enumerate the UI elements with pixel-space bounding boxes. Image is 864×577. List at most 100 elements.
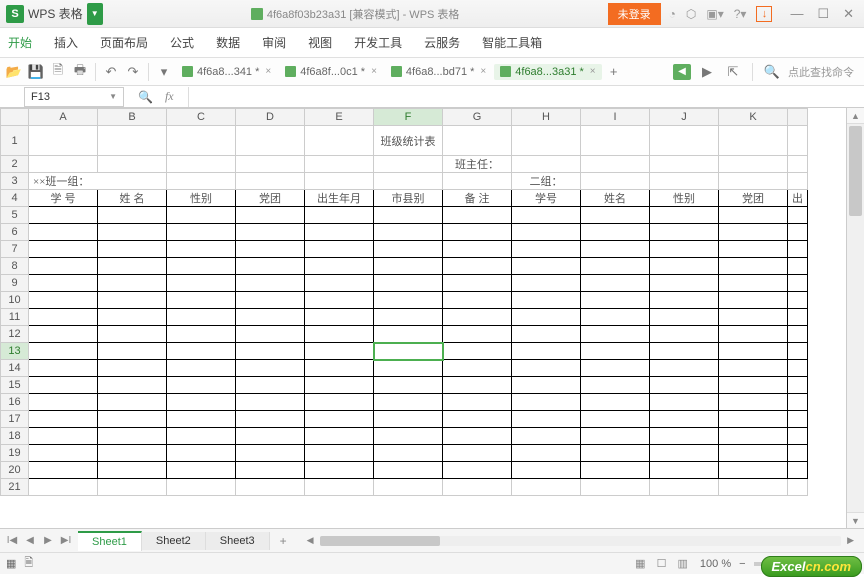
name-box[interactable]: F13▼ [24,87,124,107]
doc-tab-3[interactable]: 4f6a8...bd71 *× [385,64,492,80]
doc-tab-4[interactable]: 4f6a8...3a31 *× [494,64,601,80]
cell-H2[interactable] [512,156,581,173]
cell-H17[interactable] [512,411,581,428]
cell-C19[interactable] [167,445,236,462]
nav-back-icon[interactable]: ◀ [673,64,691,80]
cell-E20[interactable] [305,462,374,479]
cell-G19[interactable] [443,445,512,462]
cell-H13[interactable] [512,343,581,360]
cell-H8[interactable] [512,258,581,275]
cell-G5[interactable] [443,207,512,224]
cell-D15[interactable] [236,377,305,394]
row-header-17[interactable]: 17 [1,411,29,428]
cell-G10[interactable] [443,292,512,309]
cell-A12[interactable] [29,326,98,343]
cell-overflow-4[interactable]: 出 [788,190,808,207]
cell-B21[interactable] [98,479,167,496]
cell-G12[interactable] [443,326,512,343]
col-header-A[interactable]: A [29,109,98,126]
cell-I14[interactable] [581,360,650,377]
menu-data[interactable]: 数据 [216,34,240,51]
cell-D1[interactable] [236,126,305,156]
redo-icon[interactable]: ↷ [123,62,143,82]
cell-C21[interactable] [167,479,236,496]
feedback-icon[interactable]: ▣▾ [706,7,723,21]
scroll-right-icon[interactable]: ▶ [847,535,854,546]
app-menu-dropdown[interactable]: ▼ [87,3,103,25]
cell-C17[interactable] [167,411,236,428]
cell-B4[interactable]: 姓 名 [98,190,167,207]
cell-A20[interactable] [29,462,98,479]
cell-H20[interactable] [512,462,581,479]
cell-F5[interactable] [374,207,443,224]
cell-E17[interactable] [305,411,374,428]
cell-D16[interactable] [236,394,305,411]
cell-A21[interactable] [29,479,98,496]
cell-I12[interactable] [581,326,650,343]
cell-C18[interactable] [167,428,236,445]
cell-G1[interactable] [443,126,512,156]
cell-E1[interactable] [305,126,374,156]
cell-H15[interactable] [512,377,581,394]
cell-C9[interactable] [167,275,236,292]
cell-H21[interactable] [512,479,581,496]
cell-D5[interactable] [236,207,305,224]
cell-J10[interactable] [650,292,719,309]
cell-F13[interactable] [374,343,443,360]
cell-A15[interactable] [29,377,98,394]
cell-F9[interactable] [374,275,443,292]
cell-I20[interactable] [581,462,650,479]
cell-J15[interactable] [650,377,719,394]
cell-J21[interactable] [650,479,719,496]
col-header-H[interactable]: H [512,109,581,126]
cell-overflow-5[interactable] [788,207,808,224]
cell-F1[interactable]: 班级统计表 [374,126,443,156]
cell-K19[interactable] [719,445,788,462]
cell-I13[interactable] [581,343,650,360]
scroll-down-icon[interactable]: ▼ [847,512,864,528]
sheet-nav-first[interactable]: I◀ [4,535,20,546]
view-break-icon[interactable]: ▥ [674,558,692,570]
cell-J5[interactable] [650,207,719,224]
cell-E18[interactable] [305,428,374,445]
cell-J16[interactable] [650,394,719,411]
cell-E8[interactable] [305,258,374,275]
cell-overflow-12[interactable] [788,326,808,343]
cell-overflow-20[interactable] [788,462,808,479]
cell-B7[interactable] [98,241,167,258]
cell-H11[interactable] [512,309,581,326]
zoom-value[interactable]: 100 % [700,558,731,570]
cell-overflow-10[interactable] [788,292,808,309]
cell-C2[interactable] [167,156,236,173]
cell-J3[interactable] [650,173,719,190]
external-icon[interactable]: ⇱ [723,62,743,82]
menu-formula[interactable]: 公式 [170,34,194,51]
cell-A19[interactable] [29,445,98,462]
cell-J17[interactable] [650,411,719,428]
cell-I17[interactable] [581,411,650,428]
cell-E11[interactable] [305,309,374,326]
cell-H18[interactable] [512,428,581,445]
cell-G18[interactable] [443,428,512,445]
close-icon[interactable]: × [265,66,271,77]
view-page-icon[interactable]: ☐ [653,558,671,570]
cell-G16[interactable] [443,394,512,411]
sheet-tab-2[interactable]: Sheet2 [142,532,206,550]
cell-overflow-18[interactable] [788,428,808,445]
search-icon[interactable]: 🔍 [762,62,782,82]
cell-J14[interactable] [650,360,719,377]
col-header-G[interactable]: G [443,109,512,126]
cell-K16[interactable] [719,394,788,411]
save-icon[interactable]: 💾 [26,62,46,82]
cell-C11[interactable] [167,309,236,326]
cell-K4[interactable]: 党团 [719,190,788,207]
cell-A2[interactable] [29,156,98,173]
cell-F10[interactable] [374,292,443,309]
cell-C6[interactable] [167,224,236,241]
cell-I16[interactable] [581,394,650,411]
cell-B8[interactable] [98,258,167,275]
cell-K1[interactable] [719,126,788,156]
cell-B15[interactable] [98,377,167,394]
cell-A4[interactable]: 学 号 [29,190,98,207]
cell-A3[interactable]: ××班一组： [29,173,167,190]
